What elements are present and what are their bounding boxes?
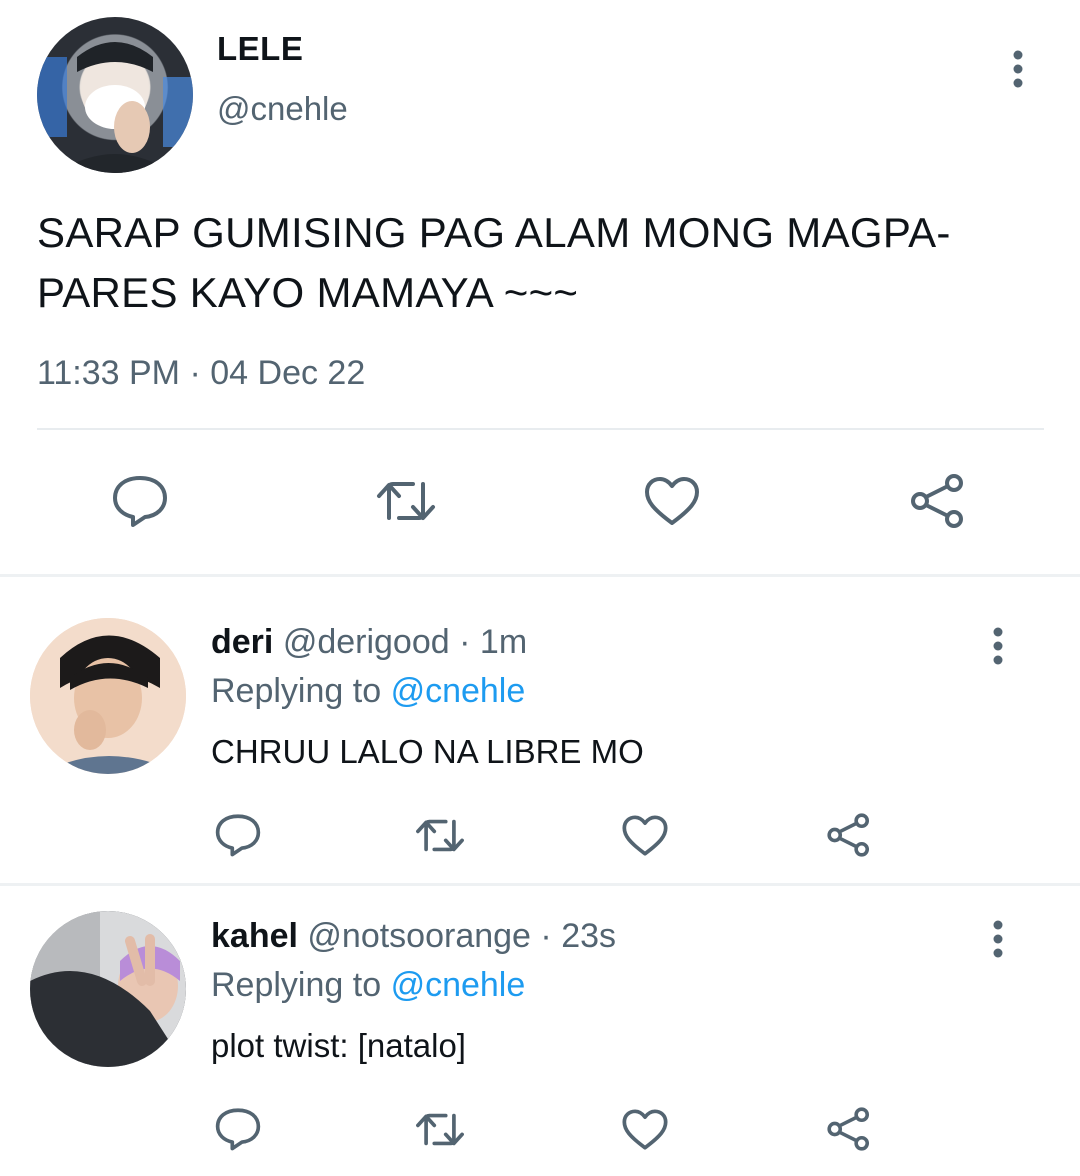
replying-to-label: Replying to bbox=[211, 672, 382, 710]
share-icon bbox=[911, 474, 963, 528]
reply-header: deri @derigood · 1m bbox=[211, 623, 527, 662]
reply-like-button[interactable] bbox=[613, 1102, 677, 1156]
main-author-name[interactable]: LELE bbox=[217, 30, 303, 68]
reply-text: CHRUU LALO NA LIBRE MO bbox=[211, 733, 644, 770]
reply-age: 23s bbox=[561, 917, 617, 955]
replying-to: Replying to @cnehle bbox=[211, 966, 525, 1005]
reply-bubble-icon bbox=[215, 1108, 261, 1151]
tweet-date: 04 Dec 22 bbox=[210, 354, 366, 392]
retweet-icon bbox=[377, 482, 435, 520]
heart-icon bbox=[645, 477, 699, 525]
avatar-image bbox=[30, 911, 186, 1067]
replying-to-handle[interactable]: @cnehle bbox=[391, 672, 526, 710]
reply-avatar[interactable] bbox=[30, 911, 186, 1067]
reply-more-button[interactable] bbox=[978, 622, 1018, 670]
main-divider bbox=[37, 428, 1044, 430]
reply-age: 1m bbox=[479, 623, 528, 661]
avatar-image bbox=[37, 42, 193, 173]
reply-bubble-icon bbox=[215, 814, 261, 857]
reply-reply-button[interactable] bbox=[206, 808, 270, 862]
reply-separator: · bbox=[459, 623, 471, 661]
reply-author-name[interactable]: deri bbox=[211, 623, 273, 661]
reply-share-button[interactable] bbox=[817, 1102, 881, 1156]
reply-like-button[interactable] bbox=[613, 808, 677, 862]
retweet-icon bbox=[416, 1113, 464, 1145]
main-tweet-timestamp: 11:33 PM · 04 Dec 22 bbox=[37, 354, 365, 393]
timestamp-separator: · bbox=[189, 354, 201, 392]
retweet-icon bbox=[416, 819, 464, 851]
reply-reply-button[interactable] bbox=[206, 1102, 270, 1156]
replying-to-handle[interactable]: @cnehle bbox=[391, 966, 526, 1004]
replying-to: Replying to @cnehle bbox=[211, 672, 525, 711]
heart-icon bbox=[622, 814, 668, 856]
share-icon bbox=[827, 1107, 870, 1151]
avatar-image bbox=[30, 618, 186, 774]
share-icon bbox=[827, 813, 870, 857]
main-share-button[interactable] bbox=[898, 468, 978, 534]
more-vertical-icon bbox=[993, 920, 1003, 958]
reply-divider bbox=[0, 883, 1080, 886]
main-reply-button[interactable] bbox=[100, 468, 180, 534]
main-more-button[interactable] bbox=[998, 45, 1038, 93]
heart-icon bbox=[622, 1108, 668, 1150]
reply-more-button[interactable] bbox=[978, 915, 1018, 963]
reply-header: kahel @notsoorange · 23s bbox=[211, 917, 616, 956]
reply-text: plot twist: [natalo] bbox=[211, 1027, 466, 1064]
more-vertical-icon bbox=[1013, 50, 1023, 88]
main-retweet-button[interactable] bbox=[366, 468, 446, 534]
reply-separator: · bbox=[540, 917, 552, 955]
more-vertical-icon bbox=[993, 627, 1003, 665]
section-divider bbox=[0, 574, 1080, 577]
reply-retweet-button[interactable] bbox=[408, 1102, 472, 1156]
reply-bubble-icon bbox=[113, 476, 167, 527]
main-avatar[interactable] bbox=[37, 17, 193, 173]
reply-share-button[interactable] bbox=[817, 808, 881, 862]
reply-avatar[interactable] bbox=[30, 618, 186, 774]
reply-author-handle[interactable]: @derigood bbox=[283, 623, 450, 661]
main-tweet-text: SARAP GUMISING PAG ALAM MONG MAGPA-PARES… bbox=[37, 209, 951, 316]
reply-author-handle[interactable]: @notsoorange bbox=[307, 917, 531, 955]
tweet-time: 11:33 PM bbox=[37, 354, 181, 392]
main-author-handle[interactable]: @cnehle bbox=[217, 90, 348, 128]
replying-to-label: Replying to bbox=[211, 966, 382, 1004]
reply-retweet-button[interactable] bbox=[408, 808, 472, 862]
reply-author-name[interactable]: kahel bbox=[211, 917, 298, 955]
main-like-button[interactable] bbox=[632, 468, 712, 534]
